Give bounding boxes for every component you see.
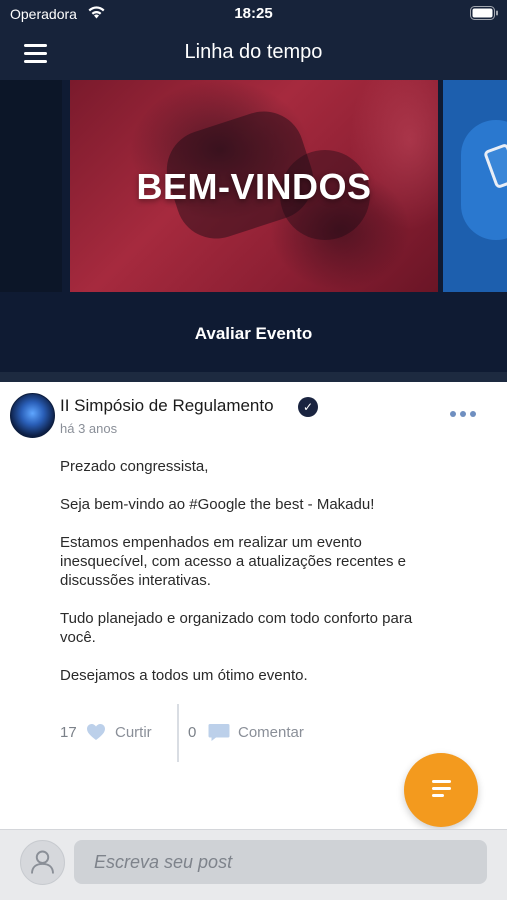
top-bar: Operadora 18:25 Linha do tempo — [0, 0, 507, 80]
welcome-banner[interactable]: BEM-VINDOS — [70, 80, 438, 292]
previous-banner[interactable] — [0, 80, 62, 292]
action-divider — [177, 704, 179, 762]
post-paragraph: Estamos empenhados em realizar um evento… — [60, 534, 407, 589]
like-button[interactable]: Curtir — [115, 724, 152, 741]
post-composer — [0, 829, 507, 900]
banner-headline: BEM-VINDOS — [136, 166, 372, 207]
comment-button[interactable]: Comentar — [238, 724, 304, 741]
text-lines-icon[interactable] — [404, 753, 478, 827]
author-avatar[interactable] — [10, 393, 55, 438]
timeline-post: II Simpósio de Regulamento ✓ há 3 anos P… — [0, 382, 507, 828]
user-icon — [31, 850, 54, 874]
post-body: Prezado congressista, Seja bem-vindo ao … — [60, 457, 460, 704]
banner-carousel[interactable]: BEM-VINDOS Avaliar Evento — [0, 80, 507, 382]
divider — [0, 372, 507, 382]
comment-count: 0 — [188, 724, 197, 741]
clock: 18:25 — [234, 5, 273, 22]
post-paragraph: Prezado congressista, — [60, 458, 209, 475]
more-options-icon[interactable] — [450, 408, 480, 420]
next-banner[interactable] — [443, 80, 507, 292]
like-count: 17 — [60, 724, 77, 741]
heart-icon[interactable] — [86, 723, 106, 741]
navigation-bar: Linha do tempo — [0, 30, 507, 80]
page-title: Linha do tempo — [184, 41, 323, 63]
post-paragraph: Seja bem-vindo ao #Google the best - Mak… — [60, 496, 375, 513]
status-bar: Operadora 18:25 — [0, 0, 507, 30]
comment-icon[interactable] — [208, 723, 230, 742]
verified-badge-icon: ✓ — [298, 397, 318, 417]
user-avatar[interactable] — [20, 840, 65, 885]
rate-event-button[interactable]: Avaliar Evento — [0, 324, 507, 344]
post-paragraph: Desejamos a todos um ótimo evento. — [60, 667, 308, 684]
post-paragraph: Tudo planejado e organizado com todo con… — [60, 610, 413, 646]
post-input[interactable] — [74, 840, 487, 884]
post-author[interactable]: II Simpósio de Regulamento — [60, 396, 274, 416]
post-timestamp: há 3 anos — [60, 421, 118, 436]
battery-icon — [470, 6, 498, 20]
